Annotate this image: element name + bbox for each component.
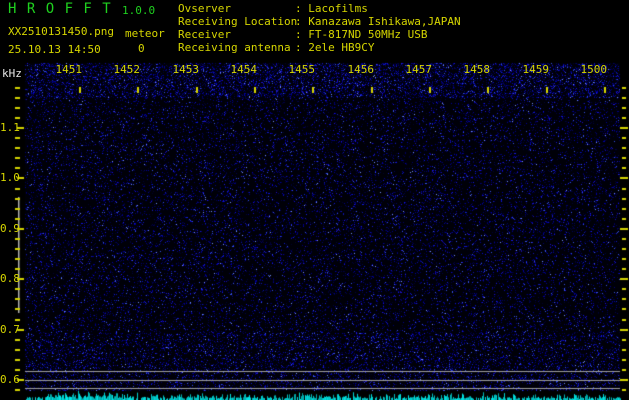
time-tick-label: 1453 (172, 63, 200, 76)
info-row-label: Receiver (178, 28, 231, 41)
info-row-label: Receiving Location (178, 15, 298, 28)
time-tick-label: 1454 (230, 63, 258, 76)
freq-tick-label: 0.9 (0, 222, 20, 235)
time-tick-label: 1451 (55, 63, 83, 76)
info-row-separator: : (295, 28, 309, 41)
info-row-value: Kanazawa Ishikawa,JAPAN (308, 15, 461, 28)
info-row-value: FT-817ND 50MHz USB (308, 28, 428, 41)
info-row-value: 2ele HB9CY (308, 41, 375, 54)
time-tick-label: 1457 (405, 63, 433, 76)
freq-tick-label: 0.8 (0, 272, 20, 285)
info-row-value: Lacofilms (308, 2, 368, 15)
receiver-info-block: Ovserver: Lacofilms Receiving Location: K… (178, 3, 461, 55)
echo-count: 0 (138, 42, 145, 55)
time-tick-label: 1456 (347, 63, 375, 76)
freq-tick-label: 0.6 (0, 373, 20, 386)
output-filename: XX2510131450.png (8, 25, 114, 38)
info-row-separator: : (295, 15, 309, 28)
time-tick-label: 1458 (463, 63, 491, 76)
freq-tick-label: 1.1 (0, 121, 20, 134)
freq-tick-label: 0.7 (0, 323, 20, 336)
datetime-label: 25.10.13 14:50 (8, 43, 101, 56)
info-row-label: Receiving antenna (178, 41, 291, 54)
app-version: 1.0.0 (122, 4, 156, 17)
freq-tick-label: 1.0 (0, 171, 20, 184)
time-tick-label: 1500 (580, 63, 608, 76)
spectrogram-plot (0, 0, 629, 400)
time-tick-label: 1452 (113, 63, 141, 76)
time-tick-label: 1459 (522, 63, 550, 76)
app-title: H R O F F T (8, 1, 112, 17)
time-tick-label: 1455 (288, 63, 316, 76)
info-row: Receiving antenna: 2ele HB9CY (178, 42, 461, 55)
info-row-separator: : (295, 41, 309, 54)
info-row-label: Ovserver (178, 2, 231, 15)
hrofft-window: H R O F F T 1.0.0 XX2510131450.png meteo… (0, 0, 629, 400)
mode-label: meteor (125, 27, 165, 40)
y-axis-unit-label: kHz (2, 67, 22, 80)
info-row-separator: : (295, 2, 309, 15)
